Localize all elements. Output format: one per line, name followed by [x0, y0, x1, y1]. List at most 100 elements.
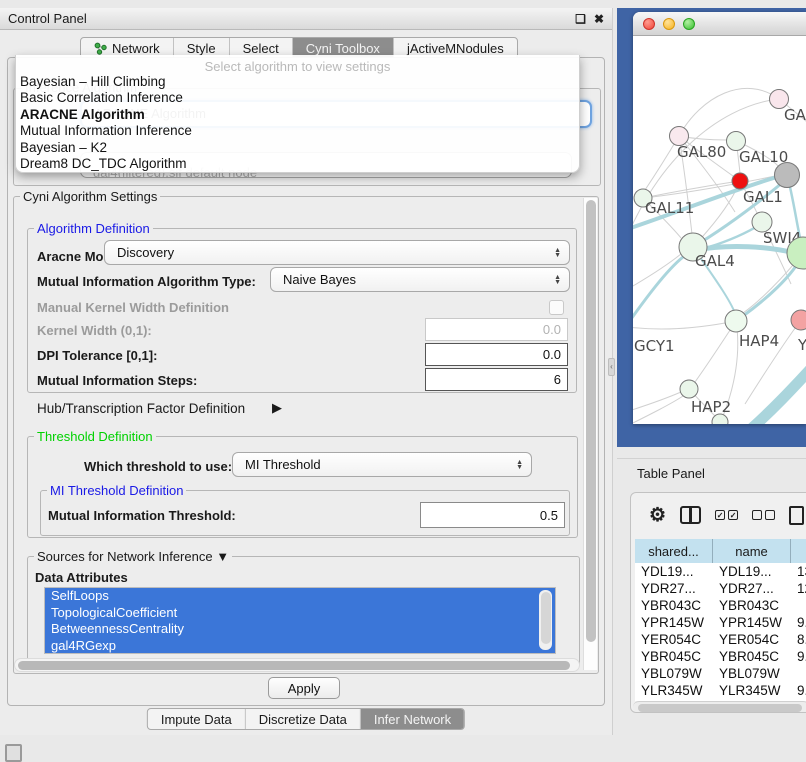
split-columns-icon[interactable] [680, 506, 701, 524]
application-screen: Control Panel ❑ ✖ NetworkStyleSelectCyni… [0, 0, 806, 762]
attribute-item[interactable]: TopologicalCoefficient [45, 605, 555, 622]
kernel-width-label: Kernel Width (0,1): [37, 323, 152, 338]
table-row[interactable]: YBL079WYBL079W [635, 665, 806, 682]
algorithm-option[interactable]: ARACNE Algorithm [16, 107, 579, 123]
table-cell: YER054C [713, 631, 791, 648]
algorithm-option[interactable]: Basic Correlation Inference [16, 90, 579, 106]
table-row[interactable]: YLR345WYLR345W9. [635, 682, 806, 699]
table-row[interactable]: YDL19...YDL19...13 [635, 563, 806, 580]
settings-horizontal-scrollbar[interactable] [14, 658, 580, 672]
table-cell: 9. [791, 682, 806, 699]
table-cell: YBL079W [635, 665, 713, 682]
minimize-window-icon[interactable] [663, 18, 675, 30]
table-row[interactable]: YDR27...YDR27...12 [635, 580, 806, 597]
select-all-checks-icon[interactable]: ✓✓ [715, 510, 738, 520]
algorithm-option[interactable]: Bayesian – K2 [16, 140, 579, 156]
algorithm-dropdown-list: Select algorithm to view settings Bayesi… [15, 55, 580, 173]
kernel-width-field[interactable]: 0.0 [425, 318, 568, 341]
stepper-icon: ▲▼ [554, 275, 561, 285]
network-node-label: Y [797, 336, 806, 354]
expand-down-icon[interactable]: ▼ [216, 549, 229, 564]
table-cell: YDR27... [635, 580, 713, 597]
network-window: GALGAL80GAL10GAL1GAL11SWI4GAL4GCY1HAP4YH… [633, 12, 806, 424]
table-cell: YPR145W [635, 614, 713, 631]
node-table: shared...nameA YDL19...YDL19...13YDR27..… [635, 539, 806, 701]
table-cell: YLR345W [635, 682, 713, 699]
tab-impute-data[interactable]: Impute Data [148, 709, 246, 729]
gear-icon[interactable]: ⚙ [649, 506, 666, 525]
dpi-tolerance-label: DPI Tolerance [0,1]: [37, 348, 157, 363]
algorithm-option[interactable]: Mutual Information Inference [16, 123, 579, 139]
cyni-algorithm-settings-title: Cyni Algorithm Settings [20, 189, 160, 204]
attribute-item[interactable]: BetweennessCentrality [45, 621, 555, 638]
table-cell: YBL079W [713, 665, 791, 682]
data-attributes-list[interactable]: SelfLoopsTopologicalCoefficientBetweenne… [44, 587, 556, 654]
zoom-window-icon[interactable] [683, 18, 695, 30]
tab-infer-network[interactable]: Infer Network [361, 709, 464, 729]
table-cell: YBR045C [635, 648, 713, 665]
apply-button[interactable]: Apply [268, 677, 340, 699]
close-panel-icon[interactable]: ✖ [594, 12, 604, 26]
mi-threshold-group-title: MI Threshold Definition [47, 483, 186, 498]
sources-group-title[interactable]: Sources for Network Inference ▼ [34, 549, 232, 564]
network-node-hap2[interactable] [680, 380, 698, 398]
network-node-label: GAL10 [739, 148, 788, 166]
mi-steps-field[interactable]: 6 [425, 368, 568, 391]
table-cell: YBR045C [713, 648, 791, 665]
float-panel-icon[interactable]: ❑ [575, 12, 586, 26]
table-column-header[interactable]: name [713, 539, 791, 563]
page-icon[interactable] [789, 506, 804, 525]
network-node-label: HAP4 [739, 332, 779, 350]
collapse-right-icon[interactable]: ▶ [272, 400, 282, 416]
hub-definition-label[interactable]: Hub/Transcription Factor Definition [37, 401, 245, 416]
table-horizontal-scrollbar[interactable] [633, 701, 806, 713]
table-cell: YDR27... [713, 580, 791, 597]
network-node-gal1[interactable] [732, 173, 748, 189]
mini-panel-button[interactable] [5, 744, 22, 762]
dpi-tolerance-field[interactable]: 0.0 [425, 343, 568, 366]
panel-splitter-grip[interactable]: ‹ [608, 358, 615, 376]
table-row[interactable]: YER054CYER054C8. [635, 631, 806, 648]
table-row[interactable]: YPR145WYPR145W9. [635, 614, 806, 631]
network-canvas[interactable]: GALGAL80GAL10GAL1GAL11SWI4GAL4GCY1HAP4YH… [633, 36, 806, 424]
attribute-item[interactable]: SelfLoops [45, 588, 555, 605]
table-body: YDL19...YDL19...13YDR27...YDR27...12YBR0… [635, 563, 806, 701]
mi-threshold-label: Mutual Information Threshold: [48, 508, 236, 523]
control-panel-title: Control Panel [8, 11, 567, 26]
control-panel: Control Panel ❑ ✖ NetworkStyleSelectCyni… [0, 8, 613, 735]
aracne-mode-combobox[interactable]: Discovery ▲▼ [104, 240, 570, 265]
table-row[interactable]: YBR045CYBR045C9. [635, 648, 806, 665]
network-node[interactable] [775, 163, 800, 188]
settings-vertical-scrollbar[interactable] [583, 198, 597, 670]
table-column-header[interactable]: shared... [635, 539, 713, 563]
table-row[interactable]: YBR043CYBR043C [635, 597, 806, 614]
network-view-frame: GALGAL80GAL10GAL1GAL11SWI4GAL4GCY1HAP4YH… [617, 8, 806, 447]
mi-steps-label: Mutual Information Steps: [37, 373, 197, 388]
table-cell: YBR043C [635, 597, 713, 614]
deselect-all-checks-icon[interactable] [752, 510, 775, 520]
network-node-label: GAL4 [695, 252, 735, 270]
table-cell: 8. [791, 631, 806, 648]
manual-kernel-checkbox[interactable] [549, 300, 564, 315]
table-toolbar: ⚙ ✓✓ [631, 493, 806, 537]
table-cell: YDL19... [635, 563, 713, 580]
network-node-label: GAL [784, 106, 806, 124]
mi-algorithm-type-combobox[interactable]: Naive Bayes ▲▼ [270, 267, 570, 292]
table-cell: YLR345W [713, 682, 791, 699]
manual-kernel-label: Manual Kernel Width Definition [37, 300, 229, 315]
attributes-scrollbar[interactable] [539, 590, 552, 650]
network-node-y[interactable] [791, 310, 806, 330]
mi-threshold-field[interactable]: 0.5 [420, 502, 565, 528]
network-window-titlebar [633, 12, 806, 36]
network-node-hap4[interactable] [725, 310, 747, 332]
algorithm-option[interactable]: Dream8 DC_TDC Algorithm [16, 156, 579, 172]
stepper-icon: ▲▼ [554, 248, 561, 258]
tab-discretize-data[interactable]: Discretize Data [246, 709, 361, 729]
table-cell: YPR145W [713, 614, 791, 631]
close-window-icon[interactable] [643, 18, 655, 30]
algorithm-option[interactable]: Bayesian – Hill Climbing [16, 74, 579, 90]
table-column-header[interactable]: A [791, 539, 806, 563]
network-icon [94, 42, 107, 55]
attribute-item[interactable]: gal4RGexp [45, 638, 555, 655]
which-threshold-combobox[interactable]: MI Threshold ▲▼ [232, 452, 532, 477]
